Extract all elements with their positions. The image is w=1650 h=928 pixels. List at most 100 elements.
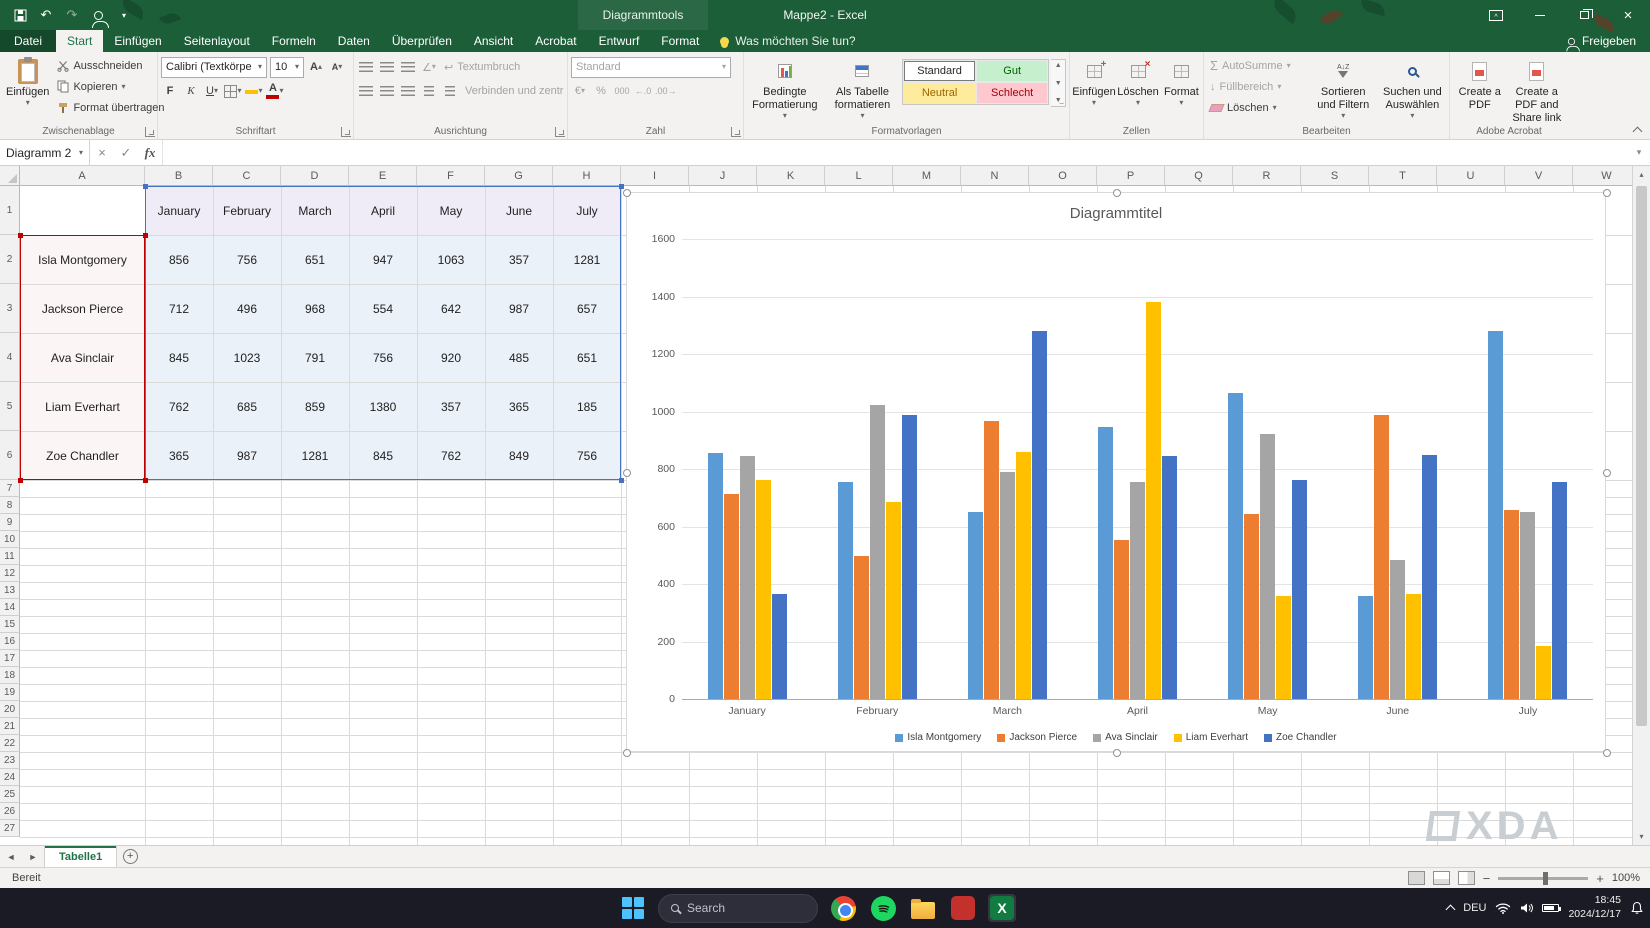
chart-bar[interactable] [756,480,771,699]
row-header-21[interactable]: 21 [0,718,20,735]
insert-cells-button[interactable]: + Einfügen ▾ [1073,55,1115,125]
cell[interactable]: 1023 [213,333,281,382]
chart-bar[interactable] [984,421,999,699]
style-schlecht[interactable]: Schlecht [976,82,1049,104]
cell[interactable]: 845 [349,431,417,480]
column-header-K[interactable]: K [757,166,825,186]
chart-selection-handle[interactable] [1603,469,1611,477]
select-all-corner[interactable] [0,166,20,186]
chart-bar[interactable] [740,456,755,699]
language-indicator[interactable]: DEU [1463,902,1486,914]
column-header-E[interactable]: E [349,166,417,186]
column-header-F[interactable]: F [417,166,485,186]
copy-button[interactable]: Kopieren ▾ [54,76,167,97]
user-icon[interactable] [86,3,110,27]
cell[interactable]: 1063 [417,235,485,284]
align-middle-icon[interactable] [378,57,396,78]
row-header-3[interactable]: 3 [0,284,20,333]
fill-button[interactable]: ↓Füllbereich▾ [1207,76,1308,97]
cut-button[interactable]: Ausschneiden [54,55,167,76]
style-gut[interactable]: Gut [976,60,1049,82]
share-button[interactable]: Freigeben [1553,30,1650,52]
format-cells-button[interactable]: Format ▾ [1161,55,1202,125]
chart-bar[interactable] [1032,331,1047,699]
chart-bar[interactable] [968,512,983,699]
range-handle[interactable] [143,478,148,483]
tab-format[interactable]: Format [650,30,710,52]
decrease-indent-icon[interactable] [420,81,438,102]
accounting-format-icon[interactable]: €▾ [571,81,589,102]
taskbar-search[interactable]: Search [658,894,818,923]
row-header-19[interactable]: 19 [0,684,20,701]
spotify-icon[interactable] [868,893,898,923]
row-header-22[interactable]: 22 [0,735,20,752]
cell[interactable]: 554 [349,284,417,333]
tab-datei[interactable]: Datei [0,30,56,52]
chart-bar[interactable] [1162,456,1177,699]
row-header-2[interactable]: 2 [0,235,20,284]
cell[interactable]: 365 [485,382,553,431]
add-sheet-button[interactable]: + [117,846,143,867]
cancel-button[interactable]: × [90,140,114,165]
cell[interactable]: 762 [417,431,485,480]
percent-style-icon[interactable]: % [592,81,610,102]
row-header-25[interactable]: 25 [0,786,20,803]
row-header-24[interactable]: 24 [0,769,20,786]
chart-bar[interactable] [854,556,869,699]
tab-entwurf[interactable]: Entwurf [588,30,651,52]
clock[interactable]: 18:45 2024/12/17 [1568,894,1621,921]
clear-button[interactable]: Löschen▾ [1207,97,1308,118]
tell-me[interactable]: Was möchten Sie tun? [710,30,865,52]
cell[interactable]: 1281 [281,431,349,480]
cell[interactable]: March [281,186,349,235]
chart-bar[interactable] [1260,434,1275,699]
vertical-scrollbar[interactable]: ▴ ▾ [1632,166,1650,845]
align-center-icon[interactable] [378,81,396,102]
chart-bar[interactable] [1520,512,1535,699]
scroll-up-icon[interactable]: ▴ [1633,166,1650,183]
cell[interactable]: 756 [553,431,621,480]
font-name-select[interactable]: Calibri (Textkörpe ▾ [161,57,267,78]
range-handle[interactable] [18,233,23,238]
cell[interactable]: 762 [145,382,213,431]
column-header-Q[interactable]: Q [1165,166,1233,186]
zoom-out-icon[interactable]: − [1483,871,1491,886]
decrease-decimal-icon[interactable]: .00→ [655,81,677,102]
formula-input[interactable] [162,140,1628,165]
chart-selection-handle[interactable] [1603,189,1611,197]
dialog-launcher-icon[interactable] [341,127,351,137]
number-format-select[interactable]: Standard ▾ [571,57,731,78]
row-header-7[interactable]: 7 [0,480,20,497]
cell[interactable]: February [213,186,281,235]
cell[interactable]: 756 [213,235,281,284]
cell[interactable]: 485 [485,333,553,382]
gallery-up-icon[interactable]: ▲ [1055,62,1062,69]
row-header-8[interactable]: 8 [0,497,20,514]
gallery-down-icon[interactable]: ▼ [1055,80,1062,87]
cell[interactable]: Liam Everhart [20,382,145,431]
column-header-L[interactable]: L [825,166,893,186]
cell[interactable]: 685 [213,382,281,431]
sort-filter-button[interactable]: A↓Z Sortieren und Filtern ▾ [1310,55,1377,125]
borders-button[interactable]: ▾ [224,81,242,102]
undo-icon[interactable]: ↶ [34,3,58,27]
cell[interactable]: Isla Montgomery [20,235,145,284]
cell[interactable]: 756 [349,333,417,382]
align-bottom-icon[interactable] [399,57,417,78]
row-header-13[interactable]: 13 [0,582,20,599]
italic-button[interactable]: K [182,81,200,102]
column-header-U[interactable]: U [1437,166,1505,186]
chart-bar[interactable] [838,482,853,699]
column-header-A[interactable]: A [20,166,145,186]
start-button[interactable] [618,893,648,923]
wrap-text-button[interactable]: ↩Textumbruch [441,57,523,78]
chart-selection-handle[interactable] [623,189,631,197]
chart-selection-handle[interactable] [1113,189,1121,197]
chart-bar[interactable] [1114,540,1129,699]
delete-cells-button[interactable]: × Löschen ▾ [1117,55,1159,125]
cell[interactable]: 651 [281,235,349,284]
legend-item-zoe-chandler[interactable]: Zoe Chandler [1264,732,1337,743]
row-header-5[interactable]: 5 [0,382,20,431]
cell[interactable]: 357 [485,235,553,284]
chart-bar[interactable] [1390,560,1405,699]
